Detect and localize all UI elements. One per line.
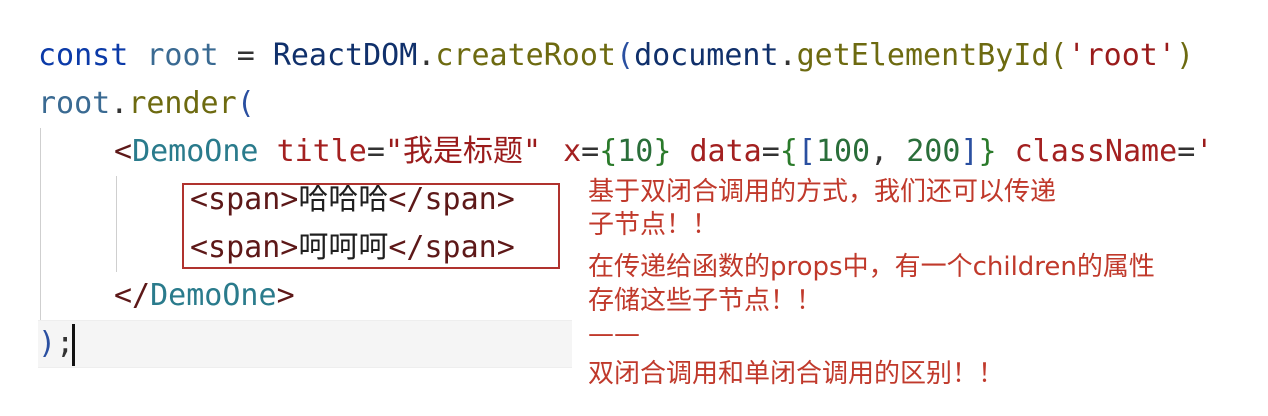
- bracket-open: [: [797, 134, 816, 169]
- function-createroot: createRoot: [435, 38, 616, 73]
- component-demoone: DemoOne: [132, 134, 259, 169]
- attr-equals: =: [761, 134, 780, 169]
- children-highlight-box: [182, 183, 560, 269]
- attr-title: title: [276, 134, 367, 169]
- number-10: 10: [617, 134, 654, 169]
- attr-equals: =: [366, 134, 385, 169]
- variable-root: root: [146, 38, 219, 73]
- dot-operator: .: [110, 86, 129, 121]
- paren-close: ): [38, 326, 57, 361]
- component-demoone: DemoOne: [150, 278, 277, 313]
- number-200: 200: [906, 134, 961, 169]
- paren-open: (: [236, 86, 255, 121]
- function-getelementbyid: getElementById: [796, 38, 1050, 73]
- annotation-line-3: 在传递给函数的props中，有一个children的属性: [588, 252, 1155, 282]
- brace-close: }: [978, 134, 997, 169]
- tag-bracket-close: >: [276, 278, 295, 313]
- attr-equals: =: [581, 134, 600, 169]
- attr-equals: =: [1177, 134, 1196, 169]
- dot-operator: .: [417, 38, 436, 73]
- keyword-const: const: [38, 38, 129, 73]
- operator-equals: =: [236, 38, 255, 73]
- attr-value-classname: ': [1195, 134, 1214, 169]
- annotation-line-2: 子节点！！: [588, 210, 719, 240]
- brace-close: }: [653, 134, 672, 169]
- number-100: 100: [815, 134, 871, 169]
- text-cursor: [72, 324, 75, 366]
- function-render: render: [128, 86, 237, 121]
- code-line-3[interactable]: <DemoOne title="我是标题" x={10} data={[100, …: [0, 128, 1268, 176]
- paren-open: (: [1049, 38, 1068, 73]
- string-root: 'root': [1067, 38, 1176, 73]
- variable-root: root: [38, 86, 111, 121]
- identifier-reactdom: ReactDOM: [272, 38, 418, 73]
- annotation-line-6: 双闭合调用和单闭合调用的区别！！: [588, 359, 1005, 389]
- paren-close: ): [1175, 38, 1194, 73]
- bracket-close: ]: [960, 134, 979, 169]
- annotation-line-1: 基于双闭合调用的方式，我们还可以传递: [588, 177, 1057, 207]
- paren-open: (: [616, 38, 635, 73]
- dot-operator: .: [778, 38, 797, 73]
- annotation-line-4: 存储这些子节点！！: [588, 286, 823, 316]
- comma: ,: [870, 134, 889, 169]
- attr-value-title: "我是标题": [384, 134, 542, 169]
- annotation-line-5: ——: [588, 319, 640, 349]
- closing-tag-bracket: </: [114, 278, 151, 313]
- attr-classname: className: [1014, 134, 1178, 169]
- identifier-document: document: [634, 38, 779, 73]
- attr-x: x: [563, 134, 582, 169]
- brace-open: {: [599, 134, 618, 169]
- tag-bracket-open: <: [114, 134, 133, 169]
- code-line-1[interactable]: const root = ReactDOM.createRoot(documen…: [0, 32, 1268, 80]
- attr-data: data: [689, 134, 762, 169]
- code-line-2[interactable]: root.render(: [0, 80, 1268, 128]
- code-editor[interactable]: const root = ReactDOM.createRoot(documen…: [0, 0, 1268, 416]
- brace-open: {: [779, 134, 798, 169]
